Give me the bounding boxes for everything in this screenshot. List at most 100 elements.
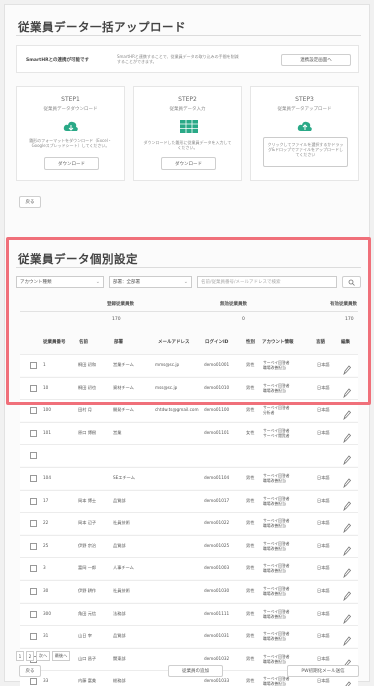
cell-name: 山口 昌子 xyxy=(78,655,97,661)
back-button[interactable]: 戻る xyxy=(19,665,41,677)
row-checkbox[interactable] xyxy=(30,407,37,415)
row-checkbox[interactable] xyxy=(30,497,37,505)
registered-count-label: 登録従業員数 xyxy=(107,302,134,307)
last-page-link[interactable]: 最後へ xyxy=(52,651,70,661)
cell-dept: 法務部 xyxy=(113,610,126,616)
password-reset-mail-button[interactable]: PW初期化メール送信 xyxy=(287,665,359,677)
cell-dept: 関東部 xyxy=(113,655,126,661)
search-input[interactable]: 名前/従業員番号/メールアドレスで検索 xyxy=(197,276,337,288)
cell-num: 10 xyxy=(43,384,49,390)
cloud-download-icon xyxy=(63,118,79,137)
cell-name: 桐田 初和 xyxy=(78,362,97,367)
cloud-upload-icon xyxy=(297,118,313,137)
cell-language: 日本語 xyxy=(317,588,330,593)
file-drop-zone[interactable]: クリックしてファイルを選択するかドラッグ&ドロップでファイルをアップロードしてく… xyxy=(263,137,348,167)
step2-description: ダウンロードした雛形に従業員データを入力してください。 xyxy=(143,140,232,150)
cell-name: 原口 博樹 xyxy=(78,429,97,435)
section-divider xyxy=(16,267,361,268)
cell-gender: 男性 xyxy=(246,678,255,684)
cell-gender: 男性 xyxy=(246,475,255,480)
stats-divider xyxy=(20,311,358,312)
search-placeholder: 名前/従業員番号/メールアドレスで検索 xyxy=(201,280,281,285)
account-role: 職場改善担当 xyxy=(263,658,286,664)
cell-language: 日本語 xyxy=(317,565,330,571)
cell-login: demo01104 xyxy=(204,475,230,480)
page-1-link[interactable]: 1 xyxy=(16,651,24,661)
individual-settings-title: 従業員データ個別設定 xyxy=(18,252,138,266)
cell-dept: 社員技術 xyxy=(113,588,130,593)
edit-pencil-icon[interactable] xyxy=(343,676,352,686)
cell-name: 桐田 初也 xyxy=(78,384,97,390)
table-row: 104 SEエチーム demo01104 男性 サーベイ回答者 職場改善担当 日本語 xyxy=(20,467,358,489)
cell-language: 日本語 xyxy=(317,542,330,548)
cell-login: demo01003 xyxy=(204,565,230,571)
account-type-select[interactable]: アカウント種類 ⌄ xyxy=(16,276,104,288)
table-row: 10 桐田 初也 資材チーム mss@sc.jp demo01010 男性 サーベイ回答者職… xyxy=(20,376,358,399)
cell-name: 山日 宰 xyxy=(78,633,92,639)
row-checkbox[interactable] xyxy=(30,633,37,641)
row-checkbox[interactable] xyxy=(30,565,37,573)
cell-name: 伊野 宗治 xyxy=(78,542,97,548)
table-row: 300 角田 元信 法務部 demo01111 男性 サーベイ回答者 職場改善担当 日本語 xyxy=(20,602,358,625)
cell-gender: 男性 xyxy=(246,362,255,367)
search-button[interactable] xyxy=(342,276,361,288)
bulk-back-button[interactable]: 戻る xyxy=(19,196,41,208)
account-role: 職場改善担当 xyxy=(263,387,286,393)
cell-account-info: サーベイ回答者 職場改善担当 xyxy=(263,676,290,686)
cell-login: demo01022 xyxy=(204,520,230,526)
col-name: 名前 xyxy=(79,340,88,345)
table-row: 30 伊野 耕作 社員技術 demo01030 男性 サーベイ回答者 職場改善担当 日本語 xyxy=(20,580,358,602)
cell-name: 伊野 耕作 xyxy=(78,588,97,593)
cell-account-info: サーベイ回答者 職場改善担当 xyxy=(263,541,290,551)
title-divider xyxy=(16,35,361,36)
cell-account-info: サーベイ回答者 職場改善担当 xyxy=(263,473,290,483)
row-checkbox[interactable] xyxy=(30,678,37,686)
col-language: 言語 xyxy=(316,340,325,345)
department-select[interactable]: 部署：全部署 ⌄ xyxy=(109,276,192,288)
row-checkbox[interactable] xyxy=(30,520,37,528)
cell-dept: 品質部 xyxy=(113,633,126,639)
cell-num: 300 xyxy=(43,610,51,616)
row-checkbox[interactable] xyxy=(30,384,37,392)
row-checkbox[interactable] xyxy=(30,475,37,482)
table-row: 31 山日 宰 品質部 demo01031 男性 サーベイ回答者 職場改善担当 日本語 xyxy=(20,625,358,648)
step1-subtitle: 従業員データダウンロード xyxy=(43,107,98,112)
cell-login: demo01111 xyxy=(204,610,230,616)
step2-download-button[interactable]: ダウンロード xyxy=(161,157,216,170)
account-role: 職場改善担当 xyxy=(263,613,286,619)
cell-gender: 男性 xyxy=(246,588,255,593)
cell-login: demo01025 xyxy=(204,542,230,548)
cell-num: 3 xyxy=(43,565,46,571)
account-role: 職場改善担当 xyxy=(263,365,286,370)
row-checkbox[interactable] xyxy=(30,452,37,460)
page-2-link[interactable]: 2 xyxy=(26,651,34,661)
step1-download-button[interactable]: ダウンロード xyxy=(44,157,99,170)
cell-gender: 男性 xyxy=(246,633,255,639)
next-page-link[interactable]: 次へ xyxy=(36,651,50,661)
cell-email: mss@sc.jp xyxy=(155,384,178,390)
department-value: 部署：全部署 xyxy=(113,280,140,285)
cell-gender: 男性 xyxy=(246,542,255,548)
account-role: 職場改善担当 xyxy=(263,591,286,596)
cell-dept: 品質部 xyxy=(113,542,126,548)
row-checkbox[interactable] xyxy=(30,588,37,595)
table-row: 1 桐田 初和 営業チーム mms@sc.jp demo01001 男性 サーベイ回答者 職場… xyxy=(20,354,358,376)
row-checkbox[interactable] xyxy=(30,542,37,550)
row-checkbox[interactable] xyxy=(30,610,37,618)
row-checkbox[interactable] xyxy=(30,429,37,437)
cell-num: 101 xyxy=(43,429,51,435)
cell-account-info: サーベイ回答者 職場改善担当 xyxy=(263,360,290,370)
step1-heading: STEP1 xyxy=(61,96,80,103)
cell-num: 104 xyxy=(43,475,51,480)
cell-dept: 開発チーム xyxy=(113,407,134,413)
cell-name: 岡本 辺子 xyxy=(78,520,97,526)
cell-language: 日本語 xyxy=(317,475,330,480)
add-employee-button[interactable]: 従業員の追加 xyxy=(168,665,223,677)
row-checkbox[interactable] xyxy=(30,362,37,369)
step2-subtitle: 従業員データ入力 xyxy=(169,107,206,112)
smarthr-description: SmartHRと連携することで、従業員データの取り込みの手間を削減することができ… xyxy=(117,54,239,64)
cell-login: demo01010 xyxy=(204,384,230,390)
smarthr-settings-button[interactable]: 連携設定画面へ xyxy=(281,54,351,66)
cell-account-info: サーベイ回答者 職場改善担当 xyxy=(263,563,290,573)
active-count-label: 有効従業員数 xyxy=(330,302,357,307)
